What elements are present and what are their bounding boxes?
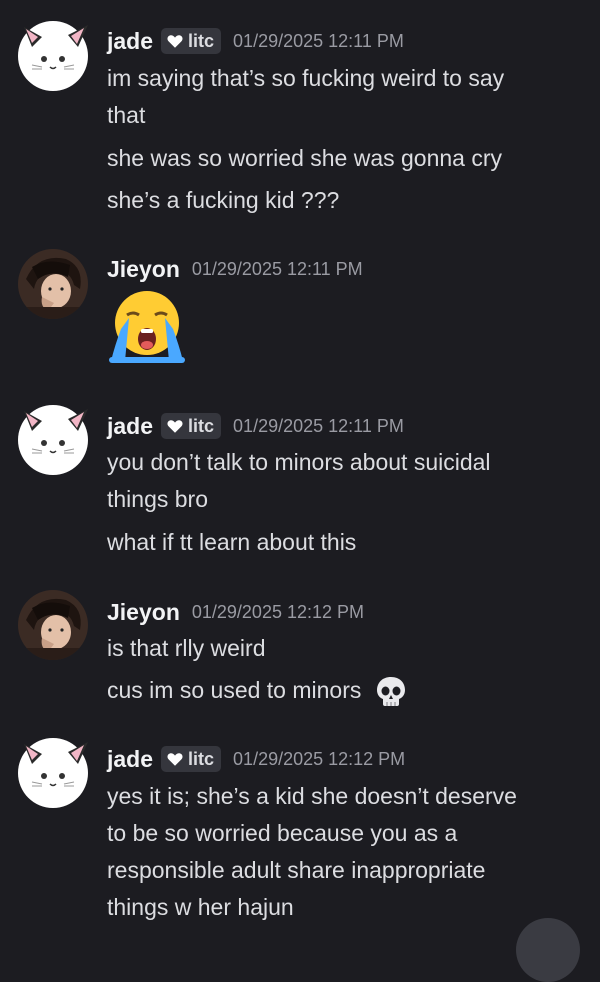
timestamp: 01/29/2025 12:11 PM bbox=[191, 258, 363, 279]
message-line: she’s a fucking kid ??? bbox=[107, 187, 340, 213]
username[interactable]: jade bbox=[107, 746, 153, 773]
username[interactable]: jade bbox=[107, 413, 153, 440]
message-line: responsible adult share inappropriate bbox=[107, 857, 486, 883]
skull-emoji bbox=[376, 676, 405, 706]
loudly-crying-face-emoji bbox=[109, 291, 185, 363]
avatar[interactable] bbox=[18, 21, 88, 91]
avatar[interactable] bbox=[18, 249, 88, 319]
message-line: that bbox=[107, 102, 146, 128]
heart-icon bbox=[167, 420, 183, 433]
message-header: jade litc 01/29/2025 12:12 PM bbox=[107, 743, 405, 775]
message-list: jade litc 01/29/2025 12:11 PM im saying … bbox=[0, 0, 600, 982]
username[interactable]: jade bbox=[107, 28, 153, 55]
message-line: im saying that’s so fucking weird to say bbox=[107, 65, 505, 91]
timestamp: 01/29/2025 12:12 PM bbox=[191, 601, 365, 622]
message-header: Jieyon 01/29/2025 12:12 PM bbox=[107, 596, 364, 628]
avatar[interactable] bbox=[18, 405, 88, 475]
username[interactable]: Jieyon bbox=[107, 256, 180, 283]
message-header: Jieyon 01/29/2025 12:11 PM bbox=[107, 253, 363, 285]
message-line: cus im so used to minors bbox=[107, 671, 408, 709]
message-line: yes it is; she’s a kid she doesn’t deser… bbox=[107, 783, 517, 809]
guild-tag-label: litc bbox=[188, 748, 215, 769]
message-line: things w her hajun bbox=[107, 894, 294, 920]
guild-tag-label: litc bbox=[188, 30, 215, 51]
message-line: what if tt learn about this bbox=[107, 529, 357, 555]
message-header: jade litc 01/29/2025 12:11 PM bbox=[107, 410, 404, 442]
avatar[interactable] bbox=[18, 738, 88, 808]
timestamp: 01/29/2025 12:12 PM bbox=[233, 748, 406, 769]
message-line: things bro bbox=[107, 486, 209, 512]
guild-tag[interactable]: litc bbox=[161, 746, 222, 772]
message-line: she was so worried she was gonna cry bbox=[107, 145, 503, 171]
jump-to-present-button[interactable] bbox=[516, 918, 580, 982]
message-line: you don’t talk to minors about suicidal bbox=[107, 449, 491, 475]
avatar[interactable] bbox=[18, 590, 88, 660]
username[interactable]: Jieyon bbox=[107, 599, 180, 626]
message-line: to be so worried because you as a bbox=[107, 820, 458, 846]
message-line: is that rlly weird bbox=[107, 635, 266, 661]
timestamp: 01/29/2025 12:11 PM bbox=[233, 415, 404, 436]
message-text: cus im so used to minors bbox=[107, 677, 362, 703]
guild-tag[interactable]: litc bbox=[161, 28, 222, 54]
message-header: jade litc 01/29/2025 12:11 PM bbox=[107, 25, 404, 57]
heart-icon bbox=[167, 753, 183, 766]
guild-tag-label: litc bbox=[188, 415, 215, 436]
timestamp: 01/29/2025 12:11 PM bbox=[233, 30, 404, 51]
guild-tag[interactable]: litc bbox=[161, 413, 222, 439]
heart-icon bbox=[167, 35, 183, 48]
